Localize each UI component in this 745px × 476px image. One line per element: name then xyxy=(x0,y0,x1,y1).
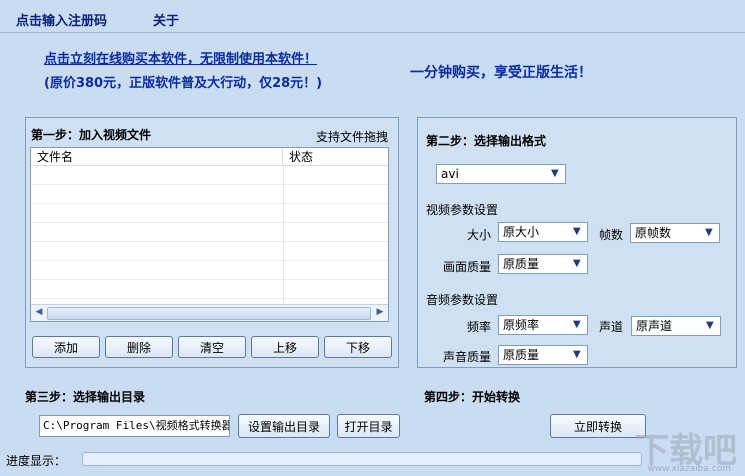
promo-buy-link[interactable]: 点击立刻在线购买本软件，无限制使用本软件！ xyxy=(44,48,317,67)
convert-button[interactable]: 立即转换 xyxy=(550,414,646,438)
add-button[interactable]: 添加 xyxy=(32,336,100,358)
list-row xyxy=(31,242,388,261)
fps-value: 原帧数 xyxy=(635,226,672,240)
format-select[interactable]: avi ▼ xyxy=(436,164,566,184)
list-row xyxy=(31,261,388,280)
size-select[interactable]: 原大小 ▼ xyxy=(498,222,588,242)
scroll-thumb[interactable] xyxy=(47,307,371,320)
list-row xyxy=(31,185,388,204)
clear-button[interactable]: 清空 xyxy=(178,336,246,358)
promo-price-text[interactable]: (原价380元，正版软件普及大行动，仅28元！) xyxy=(44,72,322,91)
audio-quality-select[interactable]: 原质量 ▼ xyxy=(498,345,588,365)
quality-select[interactable]: 原质量 ▼ xyxy=(498,254,588,274)
file-list[interactable]: 文件名 状态 ◀ ▶ xyxy=(30,147,389,322)
size-value: 原大小 xyxy=(503,225,540,239)
column-divider xyxy=(283,166,284,305)
list-row xyxy=(31,166,388,185)
audio-quality-value: 原质量 xyxy=(503,348,540,362)
list-row xyxy=(31,204,388,223)
chevron-down-icon: ▼ xyxy=(705,227,713,238)
output-path-field[interactable]: C:\Program Files\视频格式转换器 xyxy=(39,415,230,437)
progress-label: 进度显示： xyxy=(6,454,67,468)
column-header-status[interactable]: 状态 xyxy=(283,148,388,166)
chevron-down-icon: ▼ xyxy=(573,258,581,269)
menu-about[interactable]: 关于 xyxy=(153,10,179,29)
horizontal-scrollbar[interactable]: ◀ ▶ xyxy=(31,304,388,321)
menu-divider xyxy=(0,32,745,33)
fps-select[interactable]: 原帧数 ▼ xyxy=(630,223,720,243)
list-row xyxy=(31,223,388,242)
scroll-right-icon[interactable]: ▶ xyxy=(373,306,387,319)
step1-title: 第一步：加入视频文件 xyxy=(31,128,152,142)
drag-hint: 支持文件拖拽 xyxy=(316,130,389,144)
list-row xyxy=(31,280,388,299)
format-value: avi xyxy=(441,167,459,181)
channel-label: 声道 xyxy=(599,320,624,334)
watermark-url: www.xiazaiba.com xyxy=(647,464,731,474)
quality-label: 画面质量 xyxy=(443,260,492,274)
column-header-filename[interactable]: 文件名 xyxy=(31,148,283,166)
audio-quality-label: 声音质量 xyxy=(443,350,492,364)
promo-slogan[interactable]: 一分钟购买，享受正版生活！ xyxy=(410,62,592,82)
fps-label: 帧数 xyxy=(599,228,624,242)
chevron-down-icon: ▼ xyxy=(551,168,559,179)
menu-register[interactable]: 点击输入注册码 xyxy=(16,10,107,29)
channel-value: 原声道 xyxy=(636,319,673,333)
chevron-down-icon: ▼ xyxy=(706,320,714,331)
step3-title: 第三步：选择输出目录 xyxy=(25,390,146,404)
move-up-button[interactable]: 上移 xyxy=(251,336,319,358)
size-label: 大小 xyxy=(467,228,492,242)
frequency-value: 原频率 xyxy=(503,318,540,332)
quality-value: 原质量 xyxy=(503,257,540,271)
chevron-down-icon: ▼ xyxy=(573,226,581,237)
scroll-left-icon[interactable]: ◀ xyxy=(32,306,46,319)
video-section-label: 视频参数设置 xyxy=(426,203,499,217)
frequency-select[interactable]: 原频率 ▼ xyxy=(498,315,588,335)
chevron-down-icon: ▼ xyxy=(573,349,581,360)
set-output-dir-button[interactable]: 设置输出目录 xyxy=(238,414,330,438)
channel-select[interactable]: 原声道 ▼ xyxy=(631,316,721,336)
step4-title: 第四步：开始转换 xyxy=(424,390,521,404)
delete-button[interactable]: 删除 xyxy=(105,336,173,358)
open-dir-button[interactable]: 打开目录 xyxy=(337,414,400,438)
audio-section-label: 音频参数设置 xyxy=(426,293,499,307)
frequency-label: 频率 xyxy=(467,320,492,334)
progress-bar xyxy=(82,452,642,466)
step2-title: 第二步：选择输出格式 xyxy=(426,134,547,148)
move-down-button[interactable]: 下移 xyxy=(324,336,392,358)
chevron-down-icon: ▼ xyxy=(573,319,581,330)
